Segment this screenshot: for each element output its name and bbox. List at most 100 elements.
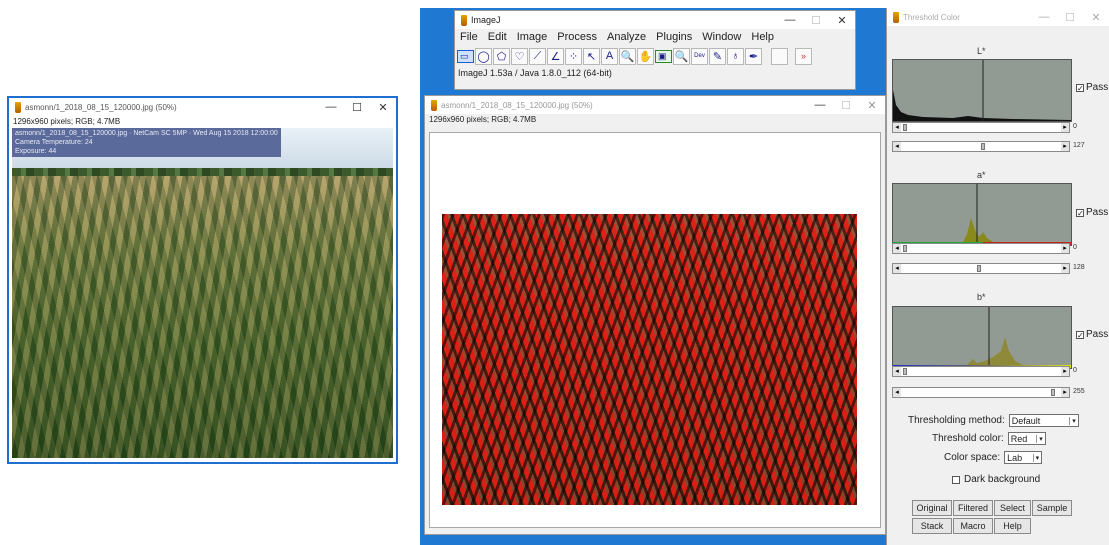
menu-process[interactable]: Process: [552, 31, 602, 43]
center-image-info: 1296x960 pixels; RGB; 4.7MB: [429, 115, 537, 124]
dev-tool-icon[interactable]: Dev: [691, 47, 708, 65]
pass-b-label: Pass: [1086, 329, 1109, 340]
menu-plugins[interactable]: Plugins: [651, 31, 697, 43]
pass-b[interactable]: ✓ Pass: [1076, 329, 1108, 340]
b-max-slider[interactable]: ◂ ▸: [892, 387, 1070, 398]
maximize-button[interactable]: ☐: [344, 101, 370, 114]
menu-edit[interactable]: Edit: [483, 31, 512, 43]
thresholding-method-select[interactable]: Default ▾: [1008, 414, 1079, 427]
filtered-button[interactable]: Filtered: [953, 500, 993, 516]
menu-help[interactable]: Help: [746, 31, 779, 43]
menu-file[interactable]: File: [455, 31, 483, 43]
l-min-value: 0: [1073, 123, 1077, 130]
dark-background-row[interactable]: Dark background: [952, 474, 1040, 485]
brush-tool-icon[interactable]: ✒: [745, 47, 762, 65]
threshold-titlebar[interactable]: Threshold Color — ☐ ✕: [887, 8, 1109, 26]
pass-l[interactable]: ✓ Pass: [1076, 82, 1108, 93]
help-button[interactable]: Help: [994, 518, 1031, 534]
left-image-canvas[interactable]: asmonn/1_2018_08_15_120000.jpg · NetCam …: [12, 128, 393, 458]
pass-a[interactable]: ✓ Pass: [1076, 207, 1108, 218]
point-tool-icon[interactable]: ⁘: [565, 47, 582, 65]
center-window-title: asmonn/1_2018_08_15_120000.jpg (50%): [441, 100, 593, 110]
freehand-tool-icon[interactable]: ♡: [511, 47, 528, 65]
line-tool-icon[interactable]: ⟋: [529, 47, 546, 65]
b-histogram: [892, 306, 1072, 369]
left-image-window: asmonn/1_2018_08_15_120000.jpg (50%) — ☐…: [7, 96, 398, 464]
hand-tool-icon[interactable]: ✋: [637, 47, 654, 65]
zoom-tool-icon[interactable]: 🔍: [673, 47, 690, 65]
a-min-slider[interactable]: ◂ ▸: [892, 243, 1070, 254]
b-min-value: 0: [1073, 367, 1077, 374]
minimize-button[interactable]: —: [1031, 11, 1057, 23]
color-space-select[interactable]: Lab ▾: [1004, 451, 1043, 464]
close-button[interactable]: ✕: [859, 99, 885, 112]
angle-tool-icon[interactable]: ∠: [547, 47, 564, 65]
a-max-slider[interactable]: ◂ ▸: [892, 263, 1070, 274]
magnifier-tool-icon[interactable]: 🔍: [619, 47, 636, 65]
original-button[interactable]: Original: [912, 500, 952, 516]
menu-window[interactable]: Window: [697, 31, 746, 43]
chevron-down-icon: ▾: [1069, 416, 1076, 425]
close-button[interactable]: ✕: [829, 14, 855, 27]
close-button[interactable]: ✕: [370, 101, 396, 114]
a-histogram: [892, 183, 1072, 246]
a-min-value: 0: [1073, 244, 1077, 251]
pencil-tool-icon[interactable]: ✎: [709, 47, 726, 65]
color-space-row: Color space: Lab ▾: [944, 451, 1043, 464]
sample-button[interactable]: Sample: [1032, 500, 1072, 516]
maximize-button[interactable]: ☐: [803, 14, 829, 27]
dark-background-label: Dark background: [964, 474, 1041, 485]
threshold-color-row: Threshold color: Red ▾: [932, 432, 1046, 445]
rectangle-tool-icon[interactable]: ▭: [457, 49, 474, 63]
close-button[interactable]: ✕: [1083, 11, 1109, 24]
menu-bar: File Edit Image Process Analyze Plugins …: [455, 29, 855, 45]
text-tool-icon[interactable]: A: [601, 47, 618, 65]
imagej-icon: [15, 101, 21, 113]
center-window-titlebar[interactable]: asmonn/1_2018_08_15_120000.jpg (50%) — ☐…: [425, 96, 885, 114]
thresholded-image-canvas[interactable]: [442, 214, 857, 505]
flood-fill-tool-icon[interactable]: ♁: [727, 47, 744, 65]
left-image-info: 1296x960 pixels; RGB; 4.7MB: [13, 117, 121, 126]
l-max-value: 127: [1073, 142, 1085, 149]
thresholding-method-label: Thresholding method:: [908, 415, 1005, 426]
maximize-button[interactable]: ☐: [1057, 11, 1083, 24]
l-max-slider[interactable]: ◂ ▸: [892, 141, 1070, 152]
blank-tool-slot: [771, 47, 788, 65]
polygon-tool-icon[interactable]: ⬠: [493, 47, 510, 65]
overlay-line-1: asmonn/1_2018_08_15_120000.jpg · NetCam …: [15, 130, 278, 137]
b-min-slider[interactable]: ◂ ▸: [892, 366, 1070, 377]
l-histogram: [892, 59, 1072, 122]
threshold-color-select[interactable]: Red ▾: [1007, 432, 1046, 445]
more-tools-icon[interactable]: »: [795, 47, 812, 65]
maximize-button[interactable]: ☐: [833, 99, 859, 112]
l-min-slider[interactable]: ◂ ▸: [892, 122, 1070, 133]
wand-tool-icon[interactable]: ↖: [583, 47, 600, 65]
overlay-line-2: Camera Temperature: 24: [15, 139, 93, 146]
threshold-color-label: Threshold color:: [932, 433, 1004, 444]
pass-l-checkbox[interactable]: ✓: [1076, 83, 1084, 92]
pass-b-checkbox[interactable]: ✓: [1076, 330, 1084, 339]
overlay-line-3: Exposure: 44: [15, 148, 57, 155]
dark-background-checkbox[interactable]: [952, 475, 960, 484]
chevron-down-icon: ▾: [1036, 434, 1043, 443]
color-picker-tool-icon[interactable]: ▣: [655, 49, 672, 63]
minimize-button[interactable]: —: [807, 99, 833, 111]
channel-label-a: a*: [977, 170, 986, 180]
left-window-titlebar[interactable]: asmonn/1_2018_08_15_120000.jpg (50%) — ☐…: [9, 98, 396, 116]
menu-image[interactable]: Image: [512, 31, 553, 43]
stack-button[interactable]: Stack: [912, 518, 952, 534]
menu-analyze[interactable]: Analyze: [602, 31, 651, 43]
minimize-button[interactable]: —: [777, 14, 803, 26]
pass-a-checkbox[interactable]: ✓: [1076, 208, 1084, 217]
threshold-title: Threshold Color: [903, 12, 960, 22]
imagej-titlebar[interactable]: ImageJ — ☐ ✕: [455, 11, 855, 29]
color-space-label: Color space:: [944, 452, 1001, 463]
select-button[interactable]: Select: [994, 500, 1031, 516]
color-space-value: Lab: [1007, 452, 1023, 463]
pass-l-label: Pass: [1086, 82, 1109, 93]
oval-tool-icon[interactable]: ◯: [475, 47, 492, 65]
minimize-button[interactable]: —: [318, 101, 344, 113]
a-max-value: 128: [1073, 264, 1085, 271]
b-max-value: 255: [1073, 388, 1085, 395]
macro-button[interactable]: Macro: [953, 518, 993, 534]
